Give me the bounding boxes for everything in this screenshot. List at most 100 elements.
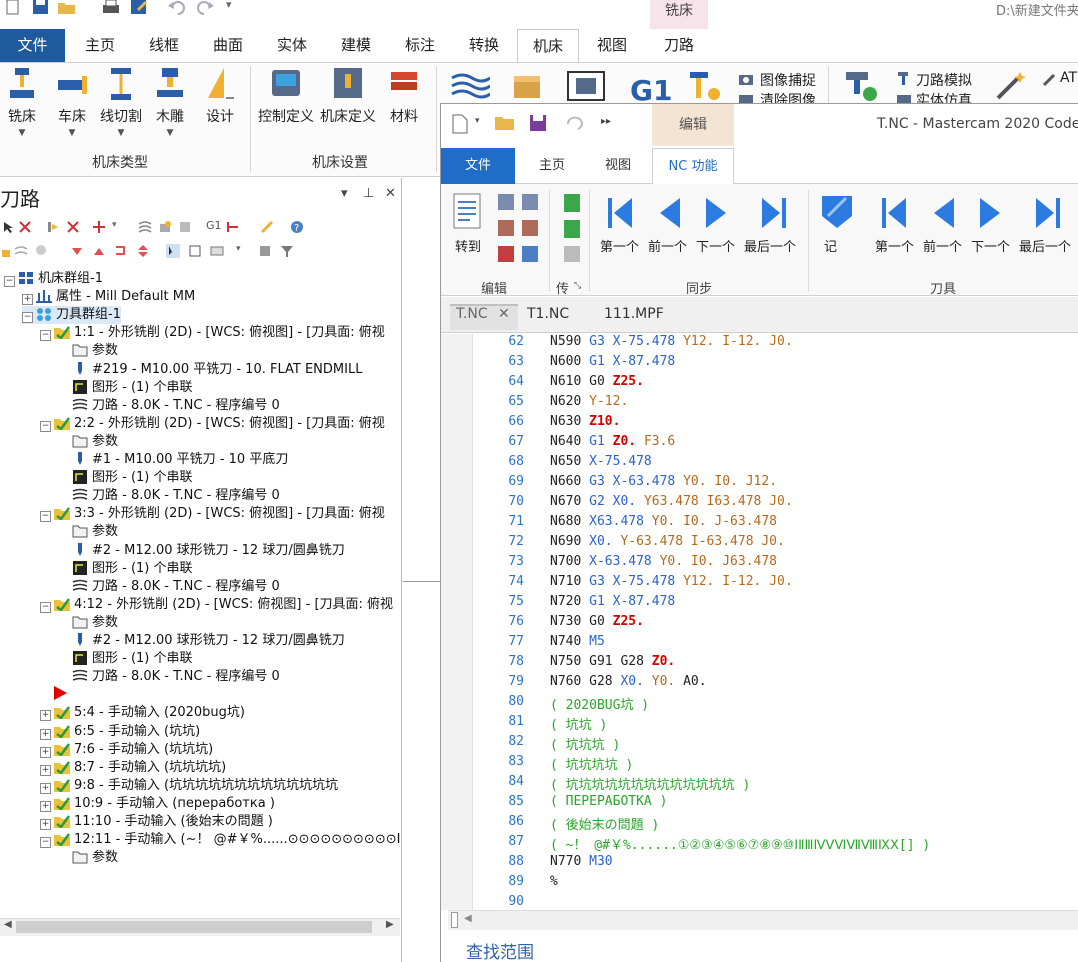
save-as-icon[interactable]: [130, 0, 148, 16]
code-line[interactable]: N730 G0 Z25.: [550, 614, 644, 629]
code-line[interactable]: ( 坑坑坑坑 ): [550, 754, 633, 773]
ghost-icon[interactable]: [34, 244, 48, 258]
move-down-icon[interactable]: [70, 244, 84, 258]
expand-icon[interactable]: +: [40, 710, 51, 721]
transfer-icons[interactable]: [562, 192, 582, 268]
expand-icon[interactable]: +: [40, 765, 51, 776]
redo-icon[interactable]: [196, 0, 214, 16]
close-icon[interactable]: ✕: [498, 306, 510, 322]
collapse-icon[interactable]: −: [40, 421, 51, 432]
post-icon[interactable]: [178, 220, 192, 234]
tree-node[interactable]: 图形 - (1) 个串联: [58, 379, 193, 397]
code-line[interactable]: ( 坑坑 ): [550, 714, 607, 733]
expand-icon[interactable]: +: [40, 819, 51, 830]
close-icon[interactable]: ✕: [385, 186, 396, 201]
chevron-down-icon[interactable]: ▾: [112, 220, 117, 230]
open-folder-icon[interactable]: [58, 0, 76, 16]
pin-icon[interactable]: ⊥: [363, 186, 374, 201]
collapse-icon[interactable]: −: [40, 330, 51, 341]
previous-button[interactable]: 前一个: [648, 236, 687, 255]
clear-image-button[interactable]: 清除图像: [760, 92, 816, 103]
tree-node[interactable]: +7:6 - 手动输入 (坑坑坑): [40, 741, 213, 759]
expand-icon[interactable]: +: [40, 729, 51, 740]
tree-node[interactable]: #219 - M10.00 平铣刀 - 10. FLAT ENDMILL: [58, 361, 362, 379]
first-button[interactable]: 第一个: [600, 236, 639, 255]
code-line[interactable]: ( 2020BUG坑 ): [550, 694, 649, 713]
goto-button[interactable]: 转到: [452, 236, 484, 255]
print-icon[interactable]: [102, 0, 120, 16]
tree-node[interactable]: − 1:1 - 外形铣削 (2D) - [WCS: 俯视图] - [刀具面: 俯视: [40, 324, 385, 342]
tab-drafting[interactable]: 标注: [394, 29, 446, 62]
collapse-icon[interactable]: −: [40, 511, 51, 522]
editor-horizontal-scrollbar[interactable]: [448, 910, 1078, 930]
tab-file[interactable]: 文件: [441, 148, 515, 184]
code-line[interactable]: N680 X63.478 Y0. I0. J-63.478: [550, 514, 777, 529]
code-line[interactable]: N740 M5: [550, 634, 605, 649]
collapse-icon[interactable]: −: [22, 312, 33, 323]
tree-node[interactable]: 参数: [58, 523, 118, 541]
new-file-icon[interactable]: [451, 114, 469, 134]
tree-node[interactable]: − 3:3 - 外形铣削 (2D) - [WCS: 俯视图] - [刀具面: 俯视: [40, 505, 385, 523]
scroll-to-insert-icon[interactable]: [136, 244, 150, 258]
goto-icon[interactable]: [452, 192, 484, 230]
context-tab-edit[interactable]: 编辑: [652, 104, 734, 146]
scroll-left-icon[interactable]: ◀: [4, 919, 12, 930]
tree-node[interactable]: +5:4 - 手动输入 (2020bug坑): [40, 704, 245, 722]
box-icon[interactable]: [510, 70, 546, 102]
code-line[interactable]: N690 X0. Y-63.478 I-63.478 J0.: [550, 534, 785, 549]
toolpath-sim-button[interactable]: 刀路模拟: [916, 70, 972, 90]
code-line[interactable]: N590 G3 X-75.478 Y12. I-12. J0.: [550, 334, 793, 349]
expand-icon[interactable]: +: [40, 747, 51, 758]
tree-node[interactable]: 刀路 - 8.0K - T.NC - 程序编号 0: [58, 578, 280, 596]
tree-node[interactable]: 参数: [58, 433, 118, 451]
tab-view[interactable]: 视图: [586, 29, 638, 62]
tool-first-icon[interactable]: [880, 196, 910, 230]
collapse-icon[interactable]: −: [40, 837, 51, 848]
design-button[interactable]: 设计: [200, 66, 240, 126]
tool-next-icon[interactable]: [976, 196, 1006, 230]
open-folder-icon[interactable]: [495, 114, 515, 132]
lock-op-icon[interactable]: [0, 244, 14, 258]
router-button[interactable]: 木雕 ▼: [152, 66, 188, 138]
tool-previous-button[interactable]: 前一个: [923, 236, 962, 255]
doc-tab-t-nc[interactable]: T.NC: [456, 306, 488, 322]
machine-definition-button[interactable]: 机床定义: [318, 66, 378, 126]
group-icon[interactable]: [188, 244, 202, 258]
tree-node[interactable]: #2 - M12.00 球形铣刀 - 12 球刀/圆鼻铣刀: [58, 542, 345, 560]
properties-tool-icon[interactable]: [258, 244, 272, 258]
code-line[interactable]: N710 G3 X-75.478 Y12. I-12. J0.: [550, 574, 793, 589]
code-line[interactable]: N750 G91 G28 Z0.: [550, 654, 675, 669]
first-icon[interactable]: [606, 196, 636, 230]
optimize-icon[interactable]: [226, 220, 240, 234]
collapse-icon[interactable]: −: [4, 276, 15, 287]
tree-node[interactable]: + 属性 - Mill Default MM: [22, 288, 195, 306]
help-icon[interactable]: ?: [290, 220, 304, 234]
tree-node[interactable]: [40, 686, 54, 704]
tree-node[interactable]: − 12:11 - 手动输入 (~！ @#￥%......⊙⊙⊙⊙⊙⊙⊙⊙⊙⊙ⅠⅡ…: [40, 831, 401, 849]
more-commands-icon[interactable]: ▸▸: [601, 116, 611, 127]
bookmark-shield-icon[interactable]: [820, 194, 854, 230]
chevron-down-icon[interactable]: ▾: [475, 116, 480, 126]
code-line[interactable]: %: [550, 874, 558, 889]
tool-settings-icon[interactable]: [686, 70, 722, 102]
code-line[interactable]: N630 Z10.: [550, 414, 620, 429]
tool-last-button[interactable]: 最后一个: [1019, 236, 1078, 255]
tab-home[interactable]: 主页: [74, 29, 126, 62]
deselect-icon[interactable]: [18, 220, 32, 234]
panel-menu-icon[interactable]: ▾: [341, 186, 348, 201]
insert-arrow-icon[interactable]: [54, 686, 67, 700]
collapse-icon[interactable]: −: [40, 602, 51, 613]
regenerate-dirty-icon[interactable]: [66, 220, 80, 234]
insert-after-icon[interactable]: [114, 244, 128, 258]
tree-node[interactable]: 图形 - (1) 个串联: [58, 469, 193, 487]
image-capture-button[interactable]: 图像捕捉: [760, 70, 816, 90]
code-line[interactable]: N610 G0 Z25.: [550, 374, 644, 389]
mark-button[interactable]: 记: [824, 236, 850, 255]
code-line[interactable]: ( 坑坑坑坑坑坑坑坑坑坑坑坑坑 ): [550, 774, 750, 793]
tree-node[interactable]: 刀路 - 8.0K - T.NC - 程序编号 0: [58, 397, 280, 415]
regenerate-icon[interactable]: [46, 220, 60, 234]
mill-button[interactable]: 铣床 ▼: [2, 66, 42, 138]
solid-sim-button[interactable]: 实体仿真: [916, 92, 972, 103]
scrollbar-thumb[interactable]: [16, 921, 372, 933]
magic-wand-icon[interactable]: [994, 70, 1030, 102]
